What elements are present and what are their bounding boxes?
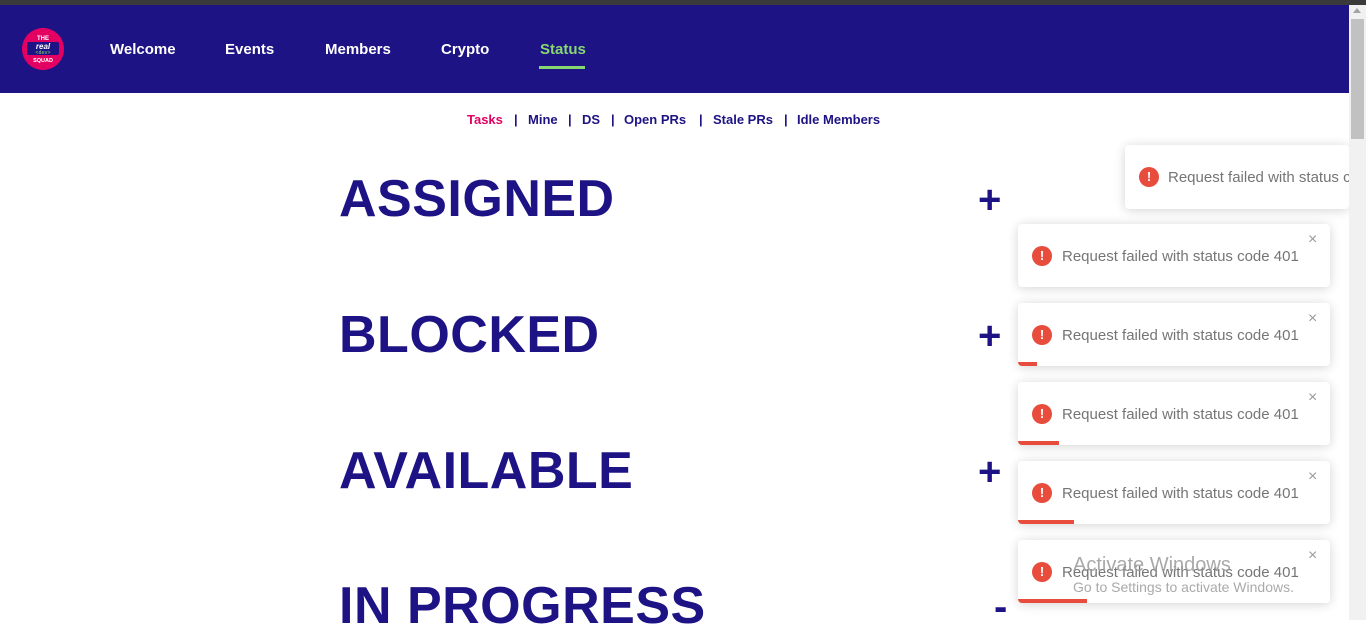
error-icon: ! xyxy=(1032,483,1052,503)
toast-progress-bar xyxy=(1018,599,1087,603)
toast-progress-bar xyxy=(1018,362,1037,366)
subnav-idle-members[interactable]: Idle Members xyxy=(797,112,880,127)
subnav-stale-prs[interactable]: Stale PRs xyxy=(713,112,773,127)
status-subnav: Tasks | Mine | DS | Open PRs | Stale PRs… xyxy=(0,112,1349,132)
nav-link-events[interactable]: Events xyxy=(225,41,274,58)
toast-notification[interactable]: ! Request failed with status code 401 × xyxy=(1018,461,1330,524)
nav-link-crypto[interactable]: Crypto xyxy=(441,41,489,58)
subnav-separator: | xyxy=(699,112,703,127)
section-title-assigned[interactable]: ASSIGNED xyxy=(339,169,615,229)
toast-notification[interactable]: ! Request failed with status code 401 × xyxy=(1018,382,1330,445)
subnav-mine[interactable]: Mine xyxy=(528,112,558,127)
close-icon[interactable]: × xyxy=(1308,469,1317,485)
nav-link-welcome[interactable]: Welcome xyxy=(110,41,176,58)
close-icon[interactable]: × xyxy=(1308,390,1317,406)
toggle-in-progress[interactable]: - xyxy=(994,585,1007,630)
nav-link-members[interactable]: Members xyxy=(325,41,391,58)
subnav-tasks[interactable]: Tasks xyxy=(467,112,503,127)
page-scrollbar[interactable] xyxy=(1349,5,1366,620)
subnav-separator: | xyxy=(514,112,518,127)
close-icon[interactable]: × xyxy=(1308,548,1317,564)
subnav-open-prs[interactable]: Open PRs xyxy=(624,112,686,127)
error-icon: ! xyxy=(1032,325,1052,345)
error-icon: ! xyxy=(1032,246,1052,266)
toast-progress-bar xyxy=(1018,441,1059,445)
toast-message: Request failed with status code 401 xyxy=(1062,327,1299,344)
toggle-assigned[interactable]: + xyxy=(978,178,1001,223)
error-icon: ! xyxy=(1032,562,1052,582)
error-icon: ! xyxy=(1032,404,1052,424)
toast-notification[interactable]: ! Request failed with status code 401 × xyxy=(1018,303,1330,366)
navbar: THE real <dev> SQUAD Welcome Events Memb… xyxy=(0,5,1349,93)
toast-progress-bar xyxy=(1018,520,1075,524)
subnav-ds[interactable]: DS xyxy=(582,112,600,127)
svg-text:<dev>: <dev> xyxy=(35,50,50,56)
toggle-available[interactable]: + xyxy=(978,450,1001,495)
windows-activation-subtitle: Go to Settings to activate Windows. xyxy=(1073,579,1294,595)
nav-active-underline xyxy=(539,66,585,69)
scroll-up-arrow-icon[interactable] xyxy=(1353,8,1361,13)
svg-text:SQUAD: SQUAD xyxy=(33,58,53,64)
toast-message: Request failed with status code 401 xyxy=(1062,485,1299,502)
subnav-separator: | xyxy=(784,112,788,127)
toast-notification[interactable]: ! Request failed with status code 401 × xyxy=(1018,224,1330,287)
section-title-in-progress[interactable]: IN PROGRESS xyxy=(339,576,706,636)
close-icon[interactable]: × xyxy=(1308,232,1317,248)
nav-link-status[interactable]: Status xyxy=(540,41,586,58)
subnav-separator: | xyxy=(568,112,572,127)
scrollbar-thumb[interactable] xyxy=(1351,19,1364,139)
real-dev-squad-logo[interactable]: THE real <dev> SQUAD xyxy=(22,28,64,70)
toast-message: Request failed with status c xyxy=(1168,169,1349,186)
section-title-available[interactable]: AVAILABLE xyxy=(339,441,633,501)
section-title-blocked[interactable]: BLOCKED xyxy=(339,305,600,365)
toggle-blocked[interactable]: + xyxy=(978,314,1001,359)
toast-message: Request failed with status code 401 xyxy=(1062,248,1299,265)
subnav-separator: | xyxy=(611,112,615,127)
error-icon: ! xyxy=(1139,167,1159,187)
windows-activation-title: Activate Windows xyxy=(1073,554,1231,576)
close-icon[interactable]: × xyxy=(1308,311,1317,327)
toast-message: Request failed with status code 401 xyxy=(1062,406,1299,423)
toast-notification[interactable]: ! Request failed with status c xyxy=(1125,145,1349,209)
